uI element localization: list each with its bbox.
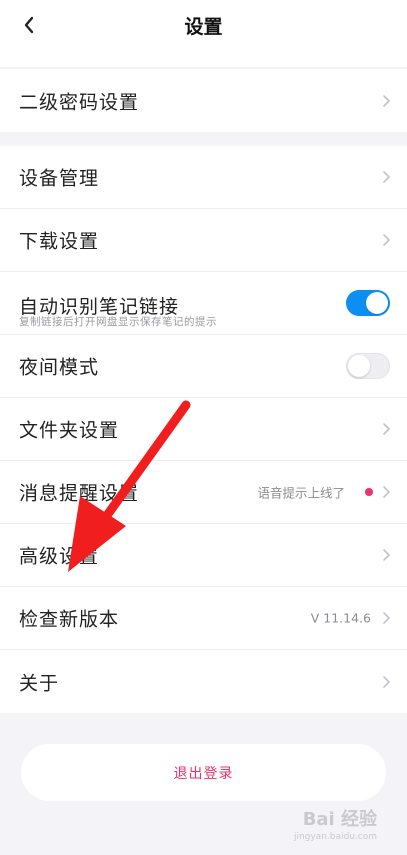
setting-row-folder[interactable]: 文件夹设置 <box>0 398 407 461</box>
setting-label: 关于 <box>19 672 60 694</box>
page-title: 设置 <box>184 16 223 38</box>
night-mode-toggle[interactable] <box>346 353 390 379</box>
chevron-right-icon <box>383 234 390 246</box>
setting-label: 夜间模式 <box>19 356 100 379</box>
header-bar: 设置 <box>0 0 407 67</box>
chevron-right-icon <box>383 423 390 435</box>
setting-row-about[interactable]: 关于 <box>0 650 407 713</box>
setting-row-download[interactable]: 下载设置 <box>0 209 407 272</box>
watermark-logo: Bai 经验 <box>302 809 377 830</box>
watermark-url: jingyan.baidu.com <box>293 832 377 842</box>
chevron-right-icon <box>383 549 390 561</box>
setting-value: 语音提示上线了 <box>257 485 345 501</box>
chevron-right-icon <box>383 171 390 183</box>
version-value: V 11.14.6 <box>310 610 371 626</box>
chevron-right-icon <box>383 675 390 688</box>
auto-detect-toggle[interactable] <box>346 290 390 316</box>
setting-label: 消息提醒设置 <box>19 482 140 505</box>
logout-button[interactable]: 退出登录 <box>21 744 386 801</box>
setting-row-device-management[interactable]: 设备管理 <box>0 146 407 209</box>
new-badge-dot <box>365 488 373 496</box>
setting-row-check-update[interactable]: 检查新版本 V 11.14.6 <box>0 587 407 650</box>
setting-row-advanced[interactable]: 高级设置 <box>0 524 407 587</box>
setting-label: 检查新版本 <box>19 608 120 631</box>
setting-label: 下载设置 <box>19 230 100 253</box>
chevron-right-icon <box>383 486 390 498</box>
toggle-knob <box>348 355 370 377</box>
chevron-right-icon <box>383 612 390 624</box>
setting-label: 设备管理 <box>19 167 100 190</box>
settings-group-general: 设备管理 下载设置 自动识别笔记链接 复制链接后打开网盘显示保存笔记的提示 夜间… <box>0 146 407 713</box>
setting-subtitle: 复制链接后打开网盘显示保存笔记的提示 <box>19 316 217 328</box>
setting-row-second-password[interactable]: 二级密码设置 <box>0 69 407 132</box>
setting-row-auto-detect-note-link: 自动识别笔记链接 复制链接后打开网盘显示保存笔记的提示 <box>0 272 407 335</box>
chevron-right-icon <box>383 94 390 107</box>
toggle-knob <box>366 292 388 314</box>
setting-row-night-mode: 夜间模式 <box>0 335 407 398</box>
setting-label: 文件夹设置 <box>19 419 120 442</box>
setting-label: 二级密码设置 <box>19 91 140 113</box>
setting-label: 高级设置 <box>19 545 100 568</box>
settings-group-security: 二级密码设置 <box>0 69 407 132</box>
setting-row-message-reminder[interactable]: 消息提醒设置 语音提示上线了 <box>0 461 407 524</box>
